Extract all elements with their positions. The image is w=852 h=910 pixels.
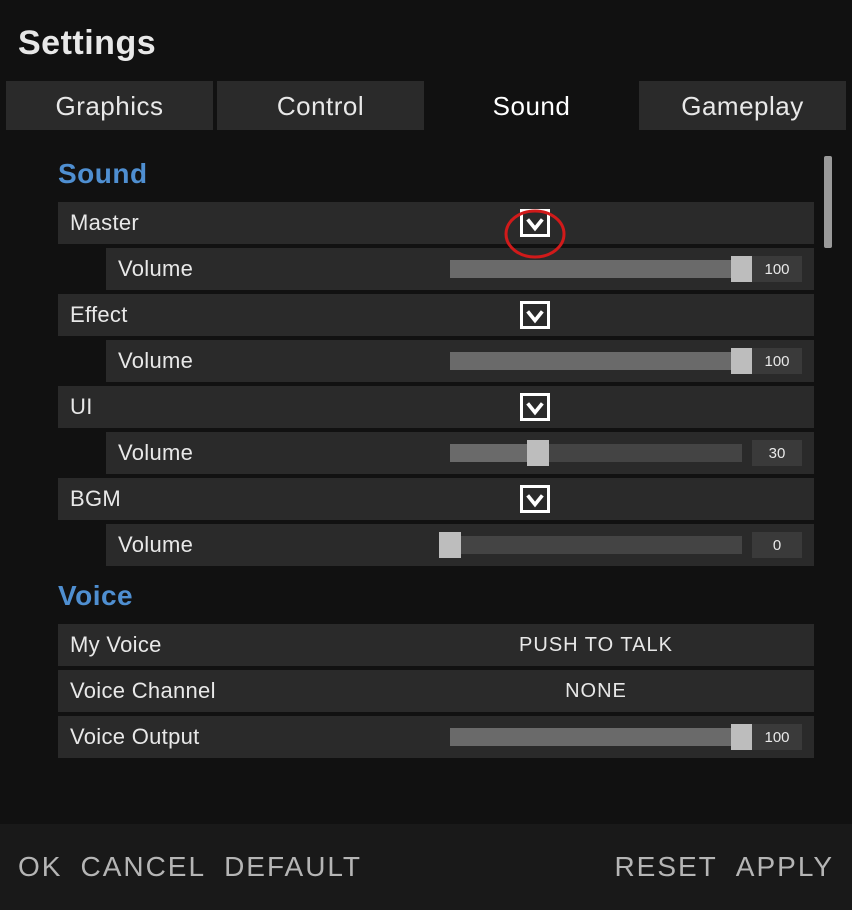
bgm-volume-value: 0 <box>752 532 802 558</box>
checkmark-icon <box>524 488 546 510</box>
master-volume-handle[interactable] <box>731 256 753 282</box>
voice-output-slider[interactable] <box>450 728 742 746</box>
tab-sound[interactable]: Sound <box>428 81 635 130</box>
scrollbar[interactable] <box>824 156 832 796</box>
checkmark-icon <box>524 304 546 326</box>
tab-graphics[interactable]: Graphics <box>6 81 213 130</box>
ui-volume-value: 30 <box>752 440 802 466</box>
row-ui-label: UI <box>70 394 390 420</box>
bgm-checkbox[interactable] <box>520 485 550 513</box>
bgm-volume-label: Volume <box>118 532 390 558</box>
row-ui: UI <box>58 386 814 428</box>
apply-button[interactable]: APPLY <box>736 851 834 883</box>
row-my-voice: My Voice PUSH TO TALK <box>58 624 814 666</box>
ok-button[interactable]: OK <box>18 851 62 883</box>
scrollbar-thumb[interactable] <box>824 156 832 248</box>
row-bgm: BGM <box>58 478 814 520</box>
master-volume-label: Volume <box>118 256 390 282</box>
voice-channel-label: Voice Channel <box>70 678 390 704</box>
checkmark-icon <box>524 396 546 418</box>
master-checkbox[interactable] <box>520 209 550 237</box>
reset-button[interactable]: RESET <box>614 851 717 883</box>
ui-volume-label: Volume <box>118 440 390 466</box>
effect-checkbox[interactable] <box>520 301 550 329</box>
section-voice-title: Voice <box>58 570 814 620</box>
row-voice-channel: Voice Channel NONE <box>58 670 814 712</box>
settings-window: Settings Graphics Control Sound Gameplay… <box>0 0 852 910</box>
row-bgm-volume: Volume 0 <box>106 524 814 566</box>
cancel-button[interactable]: CANCEL <box>80 851 206 883</box>
tab-gameplay[interactable]: Gameplay <box>639 81 846 130</box>
row-master: Master <box>58 202 814 244</box>
master-volume-slider[interactable] <box>450 260 742 278</box>
checkmark-icon <box>524 212 546 234</box>
footer: OK CANCEL DEFAULT RESET APPLY <box>0 824 852 910</box>
row-bgm-label: BGM <box>70 486 390 512</box>
effect-volume-slider[interactable] <box>450 352 742 370</box>
ui-volume-handle[interactable] <box>527 440 549 466</box>
ui-checkbox[interactable] <box>520 393 550 421</box>
settings-content: Sound Master Volume <box>14 138 838 808</box>
row-effect: Effect <box>58 294 814 336</box>
bgm-volume-handle[interactable] <box>439 532 461 558</box>
row-master-volume: Volume 100 <box>106 248 814 290</box>
voice-output-label: Voice Output <box>70 724 390 750</box>
voice-output-handle[interactable] <box>731 724 753 750</box>
voice-channel-value[interactable]: NONE <box>390 680 802 703</box>
row-effect-label: Effect <box>70 302 390 328</box>
row-effect-volume: Volume 100 <box>106 340 814 382</box>
master-volume-value: 100 <box>752 256 802 282</box>
my-voice-value[interactable]: PUSH TO TALK <box>390 634 802 657</box>
default-button[interactable]: DEFAULT <box>224 851 362 883</box>
page-title: Settings <box>0 0 852 81</box>
scrollbar-track[interactable] <box>824 156 832 796</box>
ui-volume-slider[interactable] <box>450 444 742 462</box>
tab-control[interactable]: Control <box>217 81 424 130</box>
effect-volume-value: 100 <box>752 348 802 374</box>
effect-volume-label: Volume <box>118 348 390 374</box>
effect-volume-handle[interactable] <box>731 348 753 374</box>
row-voice-output: Voice Output 100 <box>58 716 814 758</box>
my-voice-label: My Voice <box>70 632 390 658</box>
section-sound-title: Sound <box>58 148 814 198</box>
voice-output-value: 100 <box>752 724 802 750</box>
row-ui-volume: Volume 30 <box>106 432 814 474</box>
row-master-label: Master <box>70 210 390 236</box>
tab-bar: Graphics Control Sound Gameplay <box>0 81 852 130</box>
bgm-volume-slider[interactable] <box>450 536 742 554</box>
